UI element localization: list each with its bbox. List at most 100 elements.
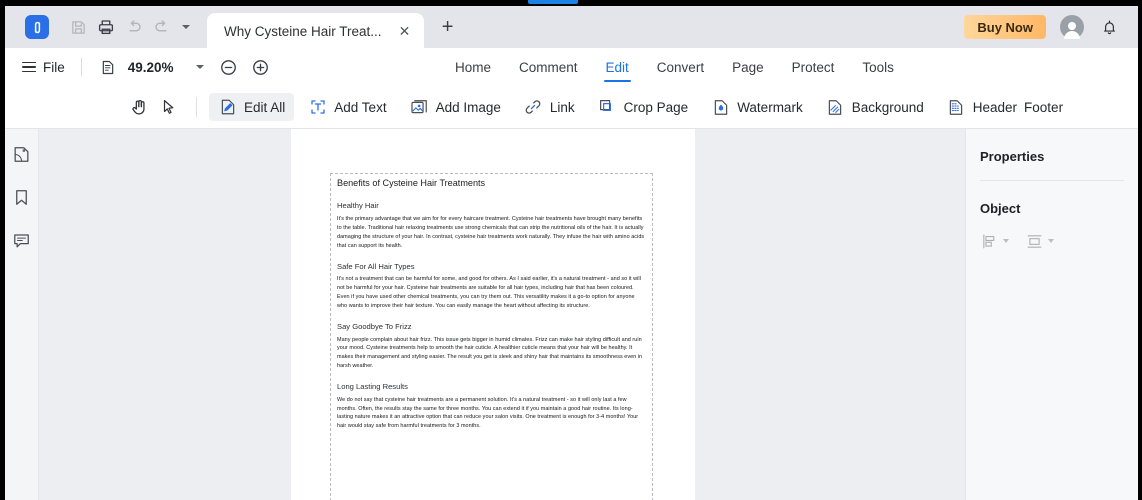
ribbon-item-label: Watermark [737,99,803,115]
tab-bar-right-group: Buy Now [964,15,1142,39]
sidebar-item-comments[interactable] [11,229,33,251]
link-icon [524,98,543,117]
crop-page-icon [598,98,617,117]
align-objects-icon [980,232,998,250]
window-accent-marker [528,0,578,4]
new-tab-button[interactable]: + [436,15,460,39]
properties-panel-title: Properties [980,149,1045,164]
ribbon-item-add-image[interactable]: Add Image [401,93,510,121]
align-objects-control[interactable] [980,232,1009,250]
section-body: It's not a treatment that can be harmful… [337,276,641,309]
avatar-head [1068,22,1076,30]
hand-tool-icon[interactable] [124,93,154,121]
menu-row: File 49.20% Home Comment Edit Convert Pa… [0,48,1142,86]
distribute-objects-icon [1025,232,1043,250]
ribbon-item-label: Crop Page [623,99,689,115]
section-heading: Safe For All Hair Types [337,261,415,271]
page-fit-icon[interactable] [98,57,118,77]
tab-label: Tools [862,59,894,75]
divider [980,180,1124,181]
tab-bar: Why Cysteine Hair Treat... ✕ + Buy Now [0,6,1142,49]
editable-text-block[interactable]: Benefits of Cysteine Hair Treatments Hea… [330,173,653,500]
tab-edit[interactable]: Edit [592,48,643,86]
chevron-down-icon [1003,239,1009,243]
ribbon-item-crop-page[interactable]: Crop Page [589,93,698,121]
tab-tools[interactable]: Tools [848,48,908,86]
divider [196,97,197,117]
add-image-icon [410,98,429,117]
section-body: It's the primary advantage that we aim f… [337,216,645,249]
tab-protect[interactable]: Protect [778,48,849,86]
chevron-down-icon [195,65,204,69]
section-body: Many people complain about hair frizz. T… [337,336,643,370]
object-section-label: Object [980,201,1021,216]
ribbon-item-add-text[interactable]: Add Text [299,93,395,121]
chevron-down-icon [182,25,190,29]
tab-label: Protect [791,59,835,75]
document-tab-label: Why Cysteine Hair Treat... [224,23,382,39]
ribbon-item-header-footer[interactable]: Header Footer [938,93,1072,121]
properties-panel: Properties Object [965,129,1138,500]
zoom-dropdown-icon[interactable] [192,65,208,69]
save-icon[interactable] [65,14,91,40]
file-menu-label: File [43,59,65,75]
ribbon-item-label: Edit All [244,99,286,115]
tab-convert[interactable]: Convert [643,48,718,86]
add-text-icon [308,98,327,117]
zoom-level-value[interactable]: 49.20% [128,60,182,75]
quick-access-more-icon[interactable] [177,15,195,39]
chevron-down-icon [1048,239,1054,243]
ribbon-item-label: Header [972,99,1018,115]
section-body: We do not say that cysteine hair treatme… [337,396,639,430]
redo-icon[interactable] [149,14,175,40]
window-right-edge [1138,0,1142,500]
hamburger-icon [22,61,36,73]
window-left-edge [0,0,5,500]
header-footer-icon [947,98,966,117]
buy-now-button[interactable]: Buy Now [964,15,1046,39]
zoom-out-icon[interactable] [218,56,240,78]
tab-home[interactable]: Home [441,48,505,86]
left-rail [5,129,39,500]
document-title: Benefits of Cysteine Hair Treatments [337,178,486,188]
document-canvas[interactable]: Benefits of Cysteine Hair Treatments Hea… [39,129,965,500]
select-tool-icon[interactable] [154,93,184,121]
ribbon-item-label-footer: Footer [1024,99,1064,115]
section-heading: Healthy Hair [337,201,379,211]
close-icon[interactable]: ✕ [396,22,414,40]
avatar[interactable] [1060,15,1084,39]
divider [80,58,82,76]
ribbon-item-background[interactable]: Background [817,93,933,121]
tab-label: Comment [519,59,578,75]
section-heading: Long Lasting Results [337,381,408,391]
tab-label: Home [455,59,492,75]
sidebar-item-thumbnails[interactable] [11,143,33,165]
tab-comment[interactable]: Comment [505,48,592,86]
tab-label: Page [732,59,764,75]
ribbon-item-label: Add Text [334,99,387,115]
distribute-objects-control[interactable] [1025,232,1054,250]
tab-label: Convert [656,59,705,75]
ribbon-item-edit-all[interactable]: Edit All [209,93,295,121]
ribbon-item-link[interactable]: Link [515,93,584,121]
section-heading: Say Goodbye To Frizz [337,321,412,331]
tab-page[interactable]: Page [718,48,778,86]
object-tools [966,232,1138,250]
document-page[interactable]: Benefits of Cysteine Hair Treatments Hea… [291,129,695,500]
main-tab-strip: Home Comment Edit Convert Page Protect T… [441,48,908,86]
ribbon-item-watermark[interactable]: Watermark [702,93,812,121]
zoom-controls: 49.20% [98,56,272,78]
watermark-icon [711,98,730,117]
document-tab[interactable]: Why Cysteine Hair Treat... ✕ [207,13,424,49]
pdf-editor-window: Why Cysteine Hair Treat... ✕ + Buy Now F… [0,0,1142,500]
notification-bell-icon[interactable] [1098,16,1120,38]
file-menu-button[interactable]: File [22,60,65,75]
ribbon-item-label: Add Image [435,99,501,115]
sidebar-item-bookmarks[interactable] [11,186,33,208]
background-icon [826,98,845,117]
undo-icon[interactable] [121,14,147,40]
zoom-in-icon[interactable] [250,56,272,78]
print-icon[interactable] [93,14,119,40]
ribbon-item-label: Link [549,99,575,115]
quick-access-toolbar [65,14,195,40]
